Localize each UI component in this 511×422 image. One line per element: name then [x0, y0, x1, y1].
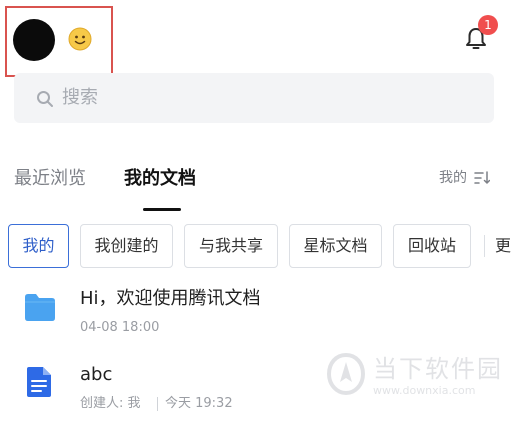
- watermark-url: www.downxia.com: [373, 384, 476, 397]
- smiley-emoji-icon[interactable]: [68, 27, 92, 51]
- file-creator: 创建人: 我: [80, 396, 141, 411]
- file-time: 今天 19:32: [165, 396, 233, 411]
- search-placeholder: 搜索: [62, 87, 98, 108]
- doc-icon: [27, 367, 51, 397]
- chip-divider: [484, 235, 485, 257]
- avatar[interactable]: [13, 19, 55, 61]
- watermark-text: 当下软件园: [373, 355, 503, 383]
- tab-my-documents[interactable]: 我的文档: [124, 166, 196, 192]
- file-name: Hi，欢迎使用腾讯文档: [80, 288, 261, 309]
- watermark-logo-icon: [326, 352, 366, 396]
- filter-chip-mine[interactable]: 我的: [8, 224, 69, 268]
- filter-chip-trash[interactable]: 回收站: [393, 224, 471, 268]
- watermark: 当下软件园 www.downxia.com: [325, 352, 505, 408]
- filter-chip-shared[interactable]: 与我共享: [184, 224, 278, 268]
- filter-chip-more[interactable]: 更: [495, 234, 511, 258]
- active-tab-indicator: [143, 208, 181, 211]
- folder-icon: [25, 294, 55, 321]
- notification-badge: 1: [478, 15, 498, 35]
- meta-divider: [157, 397, 158, 411]
- sort-dropdown[interactable]: 我的: [439, 168, 467, 188]
- search-icon: [37, 91, 53, 107]
- filter-chip-starred[interactable]: 星标文档: [289, 224, 382, 268]
- file-name: abc: [80, 364, 113, 385]
- file-date: 04-08 18:00: [80, 320, 160, 335]
- tab-recent[interactable]: 最近浏览: [14, 166, 86, 192]
- sort-icon[interactable]: [474, 171, 490, 185]
- filter-chip-created[interactable]: 我创建的: [80, 224, 173, 268]
